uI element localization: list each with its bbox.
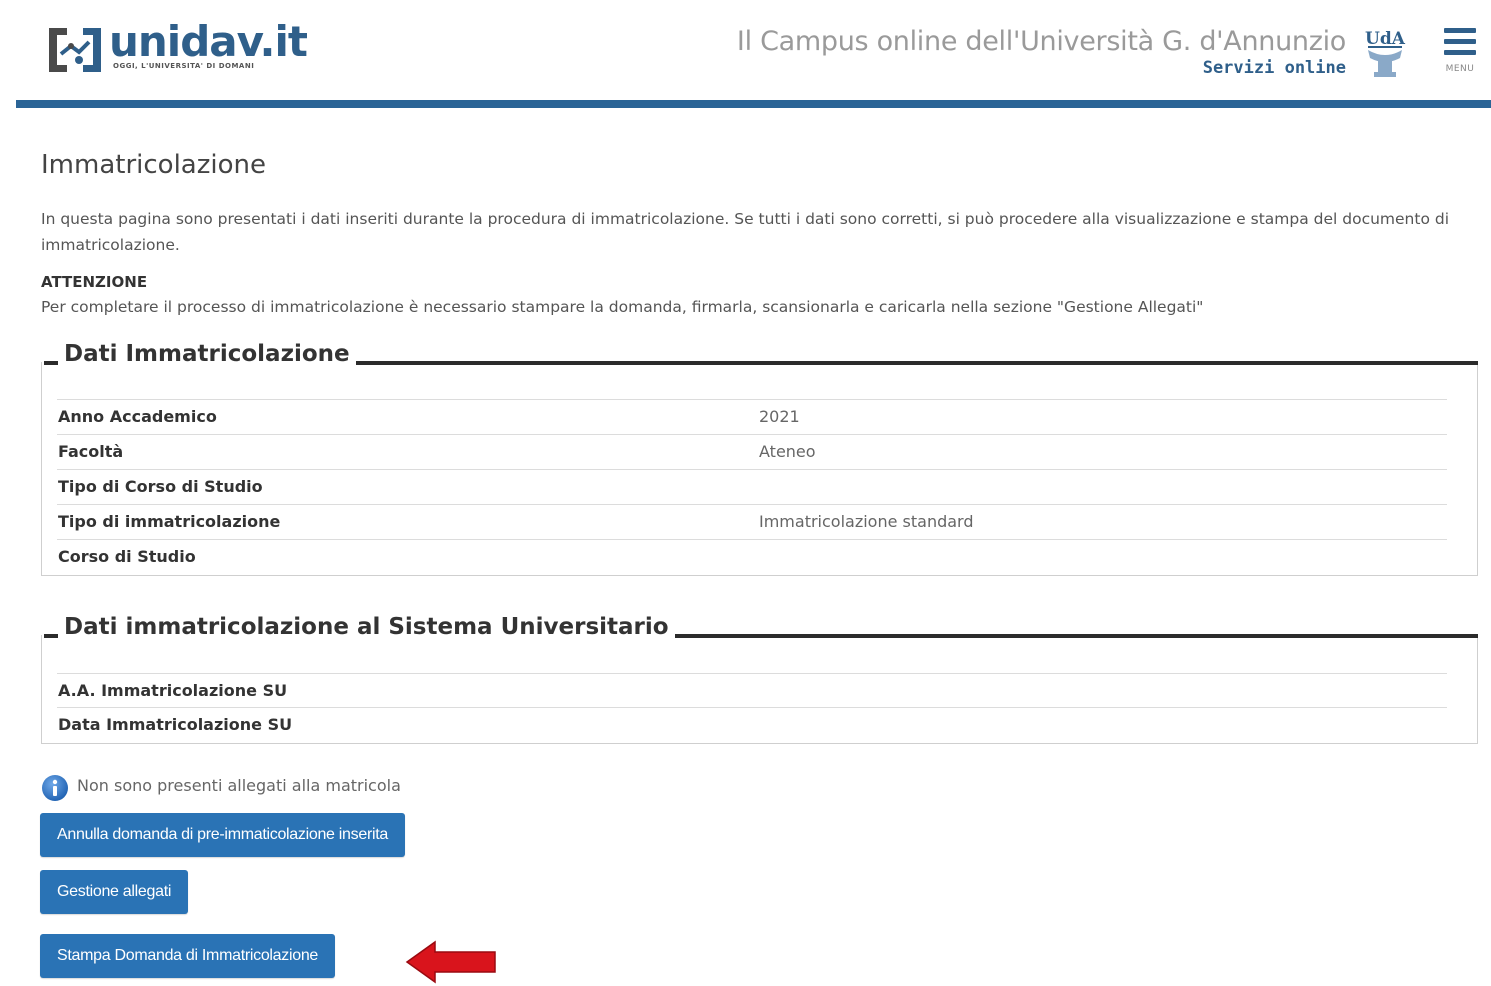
attention-heading: ATTENZIONE	[41, 273, 148, 291]
uda-university-logo-icon: UdA	[1365, 29, 1406, 77]
table-row: Tipo di immatricolazione Immatricolazion…	[57, 504, 1447, 539]
unidav-logo-icon	[49, 28, 101, 72]
row-label: Anno Accademico	[58, 407, 217, 426]
row-label: A.A. Immatricolazione SU	[58, 681, 288, 700]
dati-immatricolazione-legend: Dati Immatricolazione	[62, 341, 356, 367]
dati-sistema-universitario-section: Dati immatricolazione al Sistema Univers…	[41, 614, 1478, 744]
table-row: Tipo di Corso di Studio	[57, 469, 1447, 504]
stampa-domanda-button[interactable]: Stampa Domanda di Immatricolazione	[40, 934, 336, 978]
row-value: Ateneo	[759, 442, 816, 461]
menu-button[interactable]: MENU	[1438, 26, 1482, 78]
header: unidav.it OGGI, L'UNIVERSITA' DI DOMANI …	[0, 0, 1491, 110]
table-row: Corso di Studio	[57, 539, 1447, 574]
menu-label: MENU	[1445, 64, 1475, 74]
logo-tagline: OGGI, L'UNIVERSITA' DI DOMANI	[113, 62, 255, 70]
row-value: Immatricolazione standard	[759, 512, 974, 531]
row-label: Data Immatricolazione SU	[58, 715, 293, 734]
attention-text: Per completare il processo di immatricol…	[41, 298, 1204, 316]
dati-su-legend: Dati immatricolazione al Sistema Univers…	[62, 614, 675, 640]
row-label: Tipo di Corso di Studio	[58, 477, 263, 496]
no-attachments-notice: Non sono presenti allegati alla matricol…	[77, 776, 401, 795]
intro-text: In questa pagina sono presentati i dati …	[41, 210, 1450, 254]
red-arrow-icon	[405, 940, 496, 984]
annulla-domanda-button[interactable]: Annulla domanda di pre-immaticolazione i…	[40, 813, 405, 857]
row-label: Tipo di immatricolazione	[58, 512, 281, 531]
header-divider	[16, 100, 1491, 108]
gestione-allegati-button[interactable]: Gestione allegati	[40, 870, 189, 914]
table-row: A.A. Immatricolazione SU	[57, 673, 1447, 708]
logo-text: unidav.it	[109, 17, 308, 66]
info-icon	[42, 775, 68, 801]
hamburger-icon	[1444, 28, 1476, 33]
unidav-logo[interactable]: unidav.it OGGI, L'UNIVERSITA' DI DOMANI	[47, 18, 308, 80]
servizi-online-label: Servizi online	[1202, 58, 1346, 78]
row-value: 2021	[759, 407, 800, 426]
dati-immatricolazione-section: Dati Immatricolazione Anno Accademico 20…	[41, 341, 1478, 576]
table-row: Anno Accademico 2021	[57, 399, 1447, 434]
table-row: Data Immatricolazione SU	[57, 707, 1447, 742]
page-title: Immatricolazione	[41, 150, 266, 180]
row-label: Corso di Studio	[58, 547, 196, 566]
row-label: Facoltà	[58, 442, 124, 461]
campus-title: Il Campus online dell'Università G. d'An…	[736, 26, 1346, 57]
table-row: Facoltà Ateneo	[57, 434, 1447, 469]
